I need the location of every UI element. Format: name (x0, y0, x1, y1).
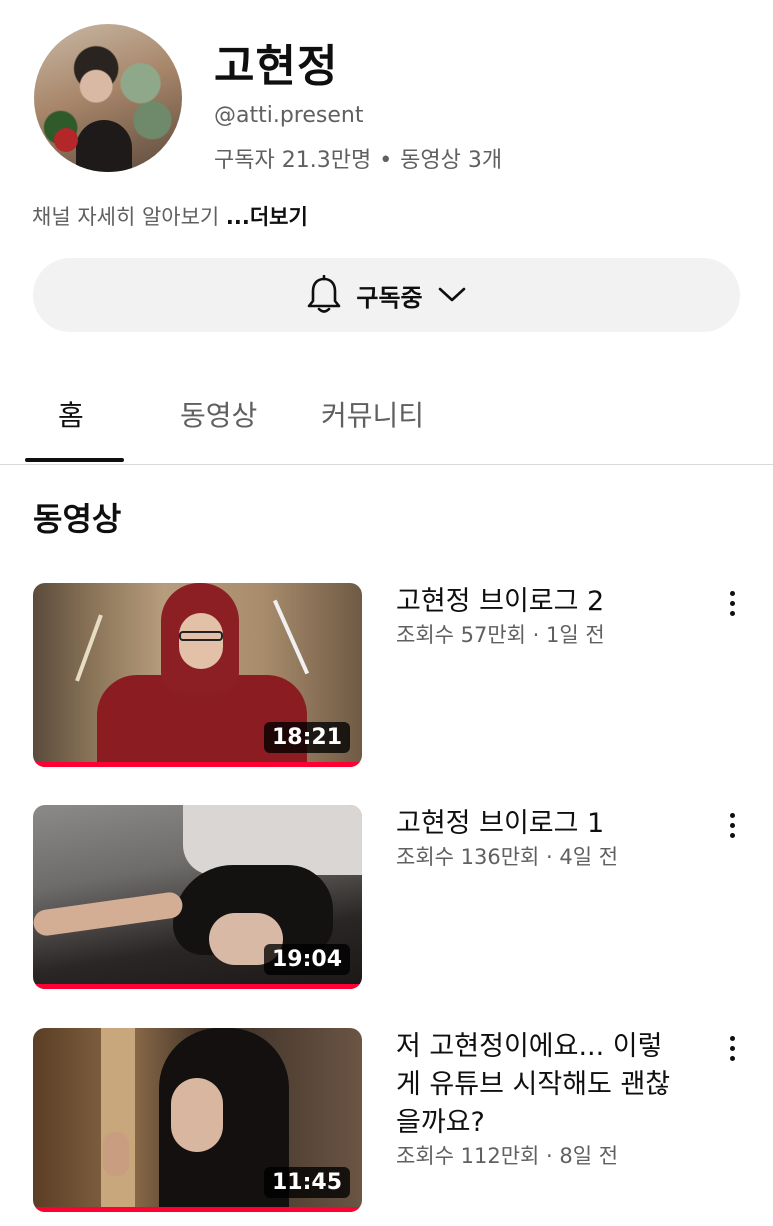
subscribed-label: 구독중 (356, 283, 423, 312)
more-options-icon[interactable] (718, 583, 746, 623)
avatar-flower (54, 128, 78, 152)
video-thumbnail[interactable]: 19:04 (33, 805, 362, 989)
watch-progress-bar (33, 984, 362, 989)
video-duration: 11:45 (263, 1167, 350, 1198)
more-link[interactable]: ...더보기 (226, 205, 308, 229)
subscribed-button[interactable]: 구독중 (33, 258, 740, 332)
avatar-figure (76, 120, 132, 172)
channel-name: 고현정 (214, 41, 339, 92)
section-title: 동영상 (33, 500, 122, 538)
thumbnail-art (171, 1078, 223, 1152)
tab-home[interactable]: 홈 (58, 394, 84, 434)
thumbnail-art (272, 599, 310, 675)
video-meta: 조회수 136만회 · 4일 전 (396, 845, 619, 869)
active-tab-indicator (25, 458, 124, 462)
bell-icon (308, 275, 341, 313)
video-thumbnail[interactable]: 18:21 (33, 583, 362, 767)
video-item[interactable]: 18:21 고현정 브이로그 2 조회수 57만회 · 1일 전 (0, 583, 773, 773)
channel-about-link[interactable]: 채널 자세히 알아보기 ...더보기 (32, 201, 308, 231)
about-text: 채널 자세히 알아보기 (32, 205, 220, 229)
more-options-icon[interactable] (718, 1028, 746, 1068)
video-meta: 조회수 112만회 · 8일 전 (396, 1144, 619, 1168)
thumbnail-art (101, 1028, 135, 1212)
video-title[interactable]: 고현정 브이로그 2 (396, 583, 686, 621)
video-thumbnail[interactable]: 11:45 (33, 1028, 362, 1212)
watch-progress-bar (33, 762, 362, 767)
thumbnail-art (103, 1132, 129, 1176)
channel-tabs: 홈 동영상 커뮤니티 (0, 370, 773, 465)
channel-stats: 구독자 21.3만명 • 동영상 3개 (214, 142, 502, 174)
thumbnail-art (179, 613, 223, 669)
video-title[interactable]: 저 고현정이에요... 이렇게 유튜브 시작해도 괜찮을까요? (396, 1028, 686, 1142)
thumbnail-art (179, 631, 223, 641)
chevron-down-icon (438, 287, 465, 302)
video-title[interactable]: 고현정 브이로그 1 (396, 805, 686, 843)
video-item[interactable]: 19:04 고현정 브이로그 1 조회수 136만회 · 4일 전 (0, 805, 773, 995)
tab-community[interactable]: 커뮤니티 (321, 394, 424, 434)
video-item[interactable]: 11:45 저 고현정이에요... 이렇게 유튜브 시작해도 괜찮을까요? 조회… (0, 1028, 773, 1218)
video-meta: 조회수 57만회 · 1일 전 (396, 623, 605, 647)
video-duration: 18:21 (263, 722, 350, 753)
tab-videos[interactable]: 동영상 (180, 394, 257, 434)
video-duration: 19:04 (263, 944, 350, 975)
video-count: 동영상 3개 (400, 148, 503, 173)
more-options-icon[interactable] (718, 805, 746, 845)
channel-handle: @atti.present (214, 103, 364, 128)
watch-progress-bar (33, 1207, 362, 1212)
thumbnail-art (33, 890, 185, 938)
subscriber-count: 구독자 21.3만명 (214, 148, 372, 173)
stats-separator: • (379, 148, 393, 173)
channel-avatar[interactable] (34, 24, 182, 172)
thumbnail-art (75, 614, 103, 682)
